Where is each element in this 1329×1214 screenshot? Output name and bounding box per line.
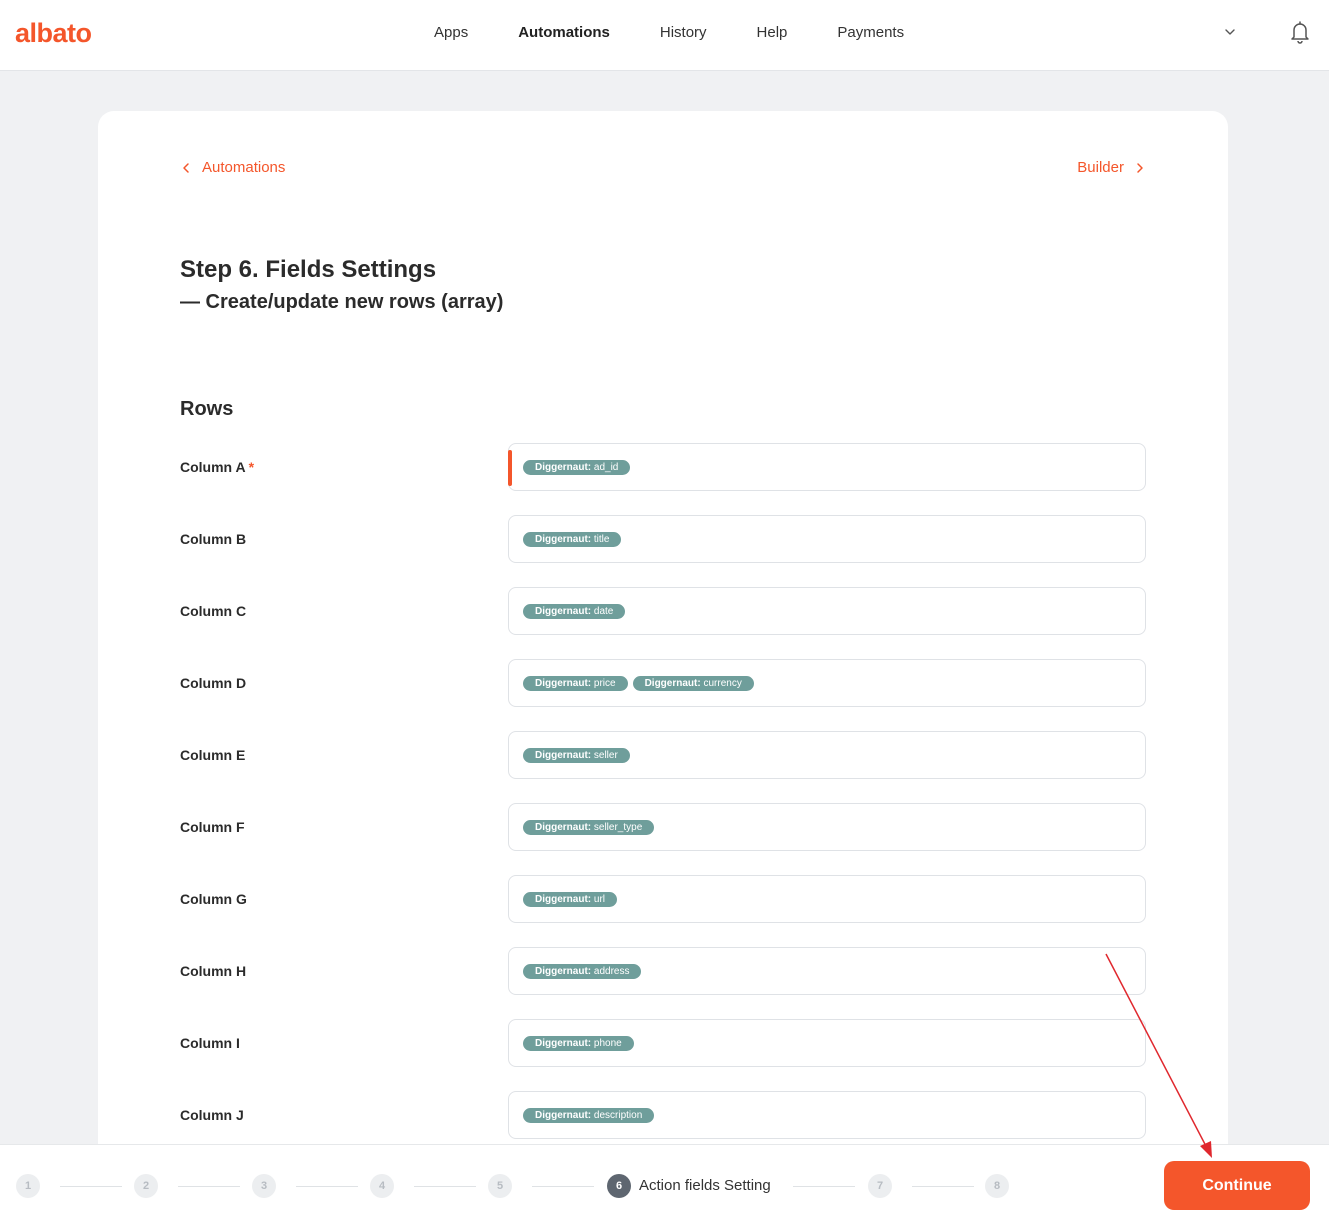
field-column-a[interactable]: Diggernaut: ad_id	[508, 443, 1146, 491]
row-label-column-g: Column G	[180, 891, 247, 907]
step-4[interactable]: 4	[370, 1174, 394, 1198]
row-label-column-a: Column A *	[180, 459, 255, 475]
step-8[interactable]: 8	[985, 1174, 1009, 1198]
step-2[interactable]: 2	[134, 1174, 158, 1198]
chevron-down-icon[interactable]	[1222, 24, 1238, 40]
fields-settings-card: Automations Builder Step 6. Fields Setti…	[98, 111, 1228, 1214]
breadcrumb-next-builder[interactable]: Builder	[1077, 159, 1146, 176]
field-column-d[interactable]: Diggernaut: price Diggernaut: currency	[508, 659, 1146, 707]
mapped-field-tag[interactable]: Diggernaut: url	[523, 891, 618, 907]
step-5[interactable]: 5	[488, 1174, 512, 1198]
mapped-field-tag[interactable]: Diggernaut: ad_id	[523, 459, 631, 475]
row-label-column-b: Column B	[180, 531, 247, 547]
step-connector	[532, 1186, 594, 1187]
nav-automations[interactable]: Automations	[518, 24, 610, 42]
row-label-column-c: Column C	[180, 603, 247, 619]
step-connector	[178, 1186, 240, 1187]
mapped-field-tag[interactable]: Diggernaut: seller_type	[523, 819, 655, 835]
required-mark: *	[248, 459, 255, 475]
albato-logo[interactable]: albato	[15, 18, 92, 49]
field-column-f[interactable]: Diggernaut: seller_type	[508, 803, 1146, 851]
chevron-left-icon	[183, 162, 189, 173]
step-7[interactable]: 7	[868, 1174, 892, 1198]
step-1[interactable]: 1	[16, 1174, 40, 1198]
section-title-rows: Rows	[180, 398, 234, 420]
field-column-e[interactable]: Diggernaut: seller	[508, 731, 1146, 779]
mapped-field-tag[interactable]: Diggernaut: address	[523, 963, 642, 979]
mapped-field-tag[interactable]: Diggernaut: description	[523, 1107, 655, 1123]
step-connector	[793, 1186, 855, 1187]
page-title: Step 6. Fields Settings	[180, 256, 437, 283]
nav-payments[interactable]: Payments	[837, 24, 904, 42]
field-column-j[interactable]: Diggernaut: description	[508, 1091, 1146, 1139]
field-column-g[interactable]: Diggernaut: url	[508, 875, 1146, 923]
top-navbar: albato Apps Automations History Help Pay…	[0, 0, 1329, 71]
step-6-active[interactable]: 6	[607, 1174, 631, 1198]
breadcrumb-back-automations[interactable]: Automations	[180, 159, 285, 176]
row-label-column-d: Column D	[180, 675, 247, 691]
step-connector	[296, 1186, 358, 1187]
chevron-right-icon	[1137, 162, 1143, 173]
continue-button[interactable]: Continue	[1164, 1161, 1310, 1210]
mapped-field-tag[interactable]: Diggernaut: phone	[523, 1035, 634, 1051]
field-column-h[interactable]: Diggernaut: address	[508, 947, 1146, 995]
mapped-field-tag[interactable]: Diggernaut: date	[523, 603, 626, 619]
row-label-column-f: Column F	[180, 819, 245, 835]
step-3[interactable]: 3	[252, 1174, 276, 1198]
nav-help[interactable]: Help	[757, 24, 788, 42]
row-label-column-j: Column J	[180, 1107, 244, 1123]
nav-apps[interactable]: Apps	[434, 24, 468, 42]
step-connector	[912, 1186, 974, 1187]
mapped-field-tag[interactable]: Diggernaut: title	[523, 531, 622, 547]
mapped-field-tag[interactable]: Diggernaut: seller	[523, 747, 630, 763]
mapped-field-tag[interactable]: Diggernaut: currency	[632, 675, 754, 691]
row-label-column-h: Column H	[180, 963, 247, 979]
page-subtitle: — Create/update new rows (array)	[180, 291, 504, 313]
active-step-label: Action fields Setting	[639, 1177, 771, 1194]
row-label-column-e: Column E	[180, 747, 246, 763]
nav-history[interactable]: History	[660, 24, 707, 42]
breadcrumb-next-label: Builder	[1077, 159, 1124, 176]
mapped-field-tag[interactable]: Diggernaut: price	[523, 675, 628, 691]
step-connector	[414, 1186, 476, 1187]
row-label-column-i: Column I	[180, 1035, 240, 1051]
breadcrumb-back-label: Automations	[202, 159, 286, 176]
main-nav: Apps Automations History Help Payments	[434, 24, 954, 42]
step-connector	[60, 1186, 122, 1187]
field-column-b[interactable]: Diggernaut: title	[508, 515, 1146, 563]
field-column-c[interactable]: Diggernaut: date	[508, 587, 1146, 635]
bell-icon[interactable]	[1289, 20, 1311, 44]
bottom-stepper-bar: 1 2 3 4 5 6 Action fields Setting 7 8 Co…	[0, 1144, 1329, 1214]
field-column-i[interactable]: Diggernaut: phone	[508, 1019, 1146, 1067]
